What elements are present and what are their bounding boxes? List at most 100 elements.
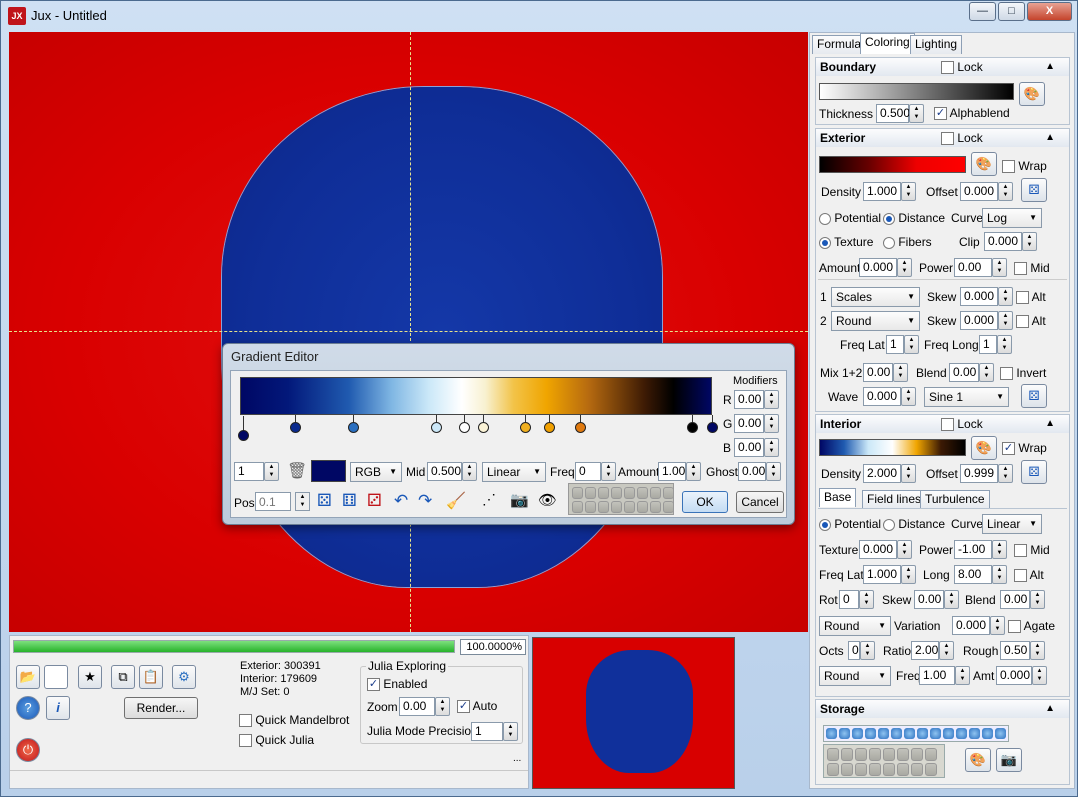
interior-potential-option[interactable]: Potential [819, 517, 881, 531]
storage-slot[interactable] [865, 728, 876, 739]
empty-slot[interactable] [897, 763, 909, 776]
spinner-arrows-icon[interactable]: ▲ ▼ [979, 363, 994, 382]
spinner-arrows-icon[interactable]: ▲ ▼ [909, 104, 924, 123]
storage-slot[interactable] [826, 728, 837, 739]
redo-icon[interactable]: ↷ [418, 491, 432, 511]
gradient-stop-handle[interactable] [687, 422, 698, 433]
broom-icon[interactable]: 🧹 [446, 491, 466, 511]
interior-mid-checkbox[interactable] [1014, 544, 1027, 558]
copy-icon[interactable]: ⧉ [111, 665, 135, 689]
storage-slots-row[interactable] [823, 725, 1009, 742]
dice-icon[interactable]: ⚄ [317, 491, 332, 511]
distance-radio[interactable] [883, 518, 895, 531]
random-dice-icon[interactable]: ⚄ [1021, 384, 1047, 408]
storage-slot[interactable] [852, 728, 863, 739]
gradient-stop-handle[interactable] [575, 422, 586, 433]
tab-lighting[interactable]: Lighting [910, 35, 963, 54]
interior-texture-spinner[interactable]: 0.000 ▲ ▼ [859, 540, 912, 559]
wave-type-dropdown[interactable]: Sine 1 [924, 387, 1009, 407]
exterior-offset-spinner[interactable]: 0.000 ▲ ▼ [960, 182, 1013, 201]
interior-alt-checkbox[interactable] [1014, 569, 1027, 583]
exterior-wrap-checkbox[interactable] [1002, 160, 1015, 174]
exterior-wrap-option[interactable]: Wrap [1002, 159, 1047, 174]
gradient-stop-handle[interactable] [431, 422, 442, 433]
alt2-checkbox[interactable] [1016, 315, 1029, 329]
spinner-arrows-icon[interactable]: ▲ ▼ [503, 722, 518, 741]
dice-2-icon[interactable]: ⚅ [342, 491, 357, 511]
wave-spinner[interactable]: 0.000 ▲ ▼ [863, 387, 916, 406]
interior-freq-spinner[interactable]: 1.00 ▲ ▼ [919, 666, 970, 685]
storage-slot[interactable] [839, 728, 850, 739]
quick-mandelbrot-checkbox[interactable] [239, 714, 252, 728]
spinner-arrows-icon[interactable]: ▲ ▼ [998, 182, 1013, 201]
collapse-icon[interactable]: ▲ [1045, 700, 1055, 718]
auto-checkbox[interactable]: ✓ [457, 700, 470, 714]
spinner-arrows-icon[interactable]: ▲ ▼ [893, 363, 908, 382]
collapse-icon[interactable]: ▲ [1045, 415, 1055, 433]
exterior-fibers-option[interactable]: Fibers [883, 235, 932, 249]
empty-slot[interactable] [925, 748, 937, 761]
storage-slot[interactable] [943, 728, 954, 739]
invert-checkbox[interactable] [1000, 367, 1013, 381]
empty-slot[interactable] [827, 748, 839, 761]
empty-slot[interactable] [841, 763, 853, 776]
store-icon[interactable]: 🎨 [965, 748, 991, 772]
spinner-arrows-icon[interactable]: ▲ ▼ [901, 182, 916, 201]
spinner-arrows-icon[interactable]: ▲ ▼ [904, 335, 919, 354]
empty-slot[interactable] [637, 501, 648, 513]
spinner-arrows-icon[interactable]: ▲ ▼ [860, 641, 875, 660]
alphablend-checkbox[interactable]: ✓ [934, 107, 947, 121]
random-dice-icon[interactable]: ⚄ [1021, 460, 1047, 484]
interior-skew-spinner[interactable]: 0.00 ▲ ▼ [914, 590, 959, 609]
spinner-arrows-icon[interactable]: ▲ ▼ [901, 387, 916, 406]
spinner-arrows-icon[interactable]: ▲ ▼ [264, 462, 279, 481]
interior-density-spinner[interactable]: 2.000 ▲ ▼ [863, 464, 916, 483]
info-icon[interactable]: i [46, 696, 70, 720]
subtab-field-lines[interactable]: Field lines [862, 490, 927, 509]
interpolation-dropdown[interactable]: Linear [482, 462, 546, 482]
rough-spinner[interactable]: 0.50 ▲ ▼ [1000, 641, 1045, 660]
exterior-lock[interactable]: Lock [941, 129, 983, 147]
spinner-arrows-icon[interactable]: ▲ ▼ [1030, 641, 1045, 660]
spinner-arrows-icon[interactable]: ▲ ▼ [601, 462, 616, 481]
gradient-stop-handle[interactable] [290, 422, 301, 433]
fractal-canvas[interactable] [9, 32, 808, 632]
alphablend-option[interactable]: ✓ Alphablend [934, 106, 1010, 121]
empty-slot[interactable] [611, 501, 622, 513]
empty-slot[interactable] [598, 487, 609, 499]
gradient-stop-handle[interactable] [544, 422, 555, 433]
amount-spinner[interactable]: 1.00 ▲ ▼ [658, 462, 701, 481]
storage-slot[interactable] [982, 728, 993, 739]
spinner-arrows-icon[interactable]: ▲ ▼ [1032, 666, 1047, 685]
gradient-stop-handle[interactable] [459, 422, 470, 433]
layer1-dropdown[interactable]: Scales [831, 287, 920, 307]
exterior-texture-option[interactable]: Texture [819, 235, 873, 249]
g-spinner[interactable]: 0.00 ▲ ▼ [734, 414, 779, 433]
gradient-slots-grid[interactable] [568, 483, 674, 515]
storage-slot[interactable] [891, 728, 902, 739]
storage-slot[interactable] [904, 728, 915, 739]
r-spinner[interactable]: 0.00 ▲ ▼ [734, 390, 779, 409]
b-spinner[interactable]: 0.00 ▲ ▼ [734, 438, 779, 457]
spinner-arrows-icon[interactable]: ▲ ▼ [1030, 590, 1045, 609]
subtab-base[interactable]: Base [819, 488, 857, 507]
exterior-mid-option[interactable]: Mid [1014, 261, 1050, 276]
freq-long-spinner[interactable]: 1 ▲ ▼ [979, 335, 1012, 354]
round-dropdown-1[interactable]: Round [819, 616, 891, 636]
interior-wrap-option[interactable]: ✓ Wrap [1002, 441, 1047, 456]
mix-spinner[interactable]: 0.00 ▲ ▼ [863, 363, 908, 382]
invert-option[interactable]: Invert [1000, 366, 1046, 381]
gradient-stop-handle[interactable] [348, 422, 359, 433]
tab-formula[interactable]: Formula [812, 35, 867, 54]
spinner-arrows-icon[interactable]: ▲ ▼ [955, 666, 970, 685]
empty-slot[interactable] [855, 763, 867, 776]
boundary-gradient[interactable] [819, 83, 1014, 100]
help-icon[interactable]: ? [16, 696, 40, 720]
interior-freq-lat-spinner[interactable]: 1.000 ▲ ▼ [863, 565, 916, 584]
spinner-arrows-icon[interactable]: ▲ ▼ [901, 464, 916, 483]
red-dice-icon[interactable]: ⚂ [367, 491, 382, 511]
ratio-spinner[interactable]: 2.00 ▲ ▼ [911, 641, 954, 660]
spinner-arrows-icon[interactable]: ▲ ▼ [992, 565, 1007, 584]
interior-distance-option[interactable]: Distance [883, 517, 945, 531]
spinner-arrows-icon[interactable]: ▲ ▼ [897, 258, 912, 277]
